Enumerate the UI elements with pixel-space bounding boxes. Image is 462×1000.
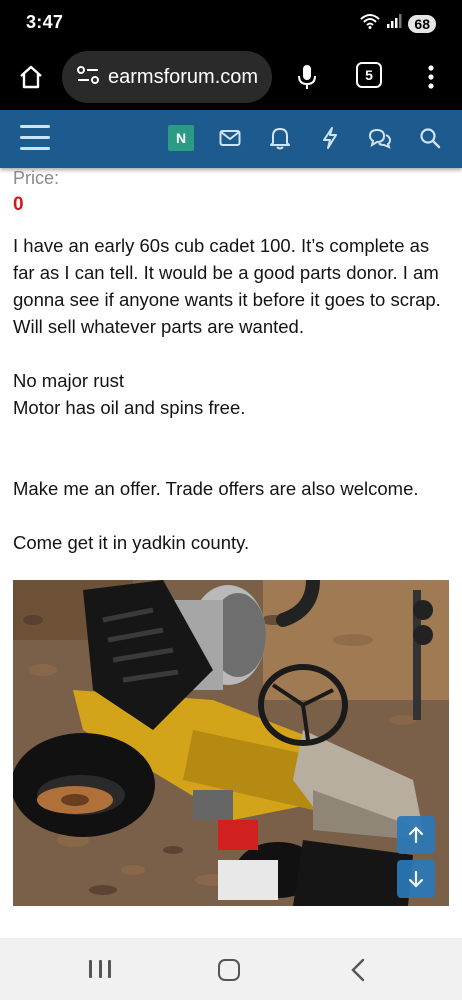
forum-navbar: N	[0, 110, 462, 168]
battery-icon: 68	[408, 14, 436, 33]
url-bar[interactable]: earmsforum.com	[62, 51, 272, 103]
arrow-up-icon[interactable]	[397, 816, 435, 854]
wifi-icon	[360, 13, 381, 34]
signal-icon	[386, 13, 402, 34]
price-label: Price:	[13, 168, 60, 188]
status-time: 3:47	[26, 12, 64, 32]
site-settings-icon[interactable]	[76, 65, 100, 90]
system-nav-bar	[0, 938, 462, 1000]
description-line: Come get it in yadkin county.	[13, 532, 250, 553]
home-icon[interactable]	[14, 60, 48, 94]
tabs-icon[interactable]: 5	[356, 62, 382, 88]
status-icons: 68	[360, 13, 436, 34]
url-text[interactable]: earmsforum.com	[108, 66, 258, 89]
mic-icon[interactable]	[292, 60, 322, 94]
listing-content: Price: 0 I have an early 60s cub cadet 1…	[0, 168, 462, 938]
menu-icon[interactable]	[20, 125, 50, 153]
more-vert-icon[interactable]	[418, 60, 444, 94]
chat-icon[interactable]	[366, 124, 394, 152]
description-line: No major rust	[13, 370, 125, 391]
description-paragraph: I have an early 60s cub cadet 100. It’s …	[13, 235, 441, 337]
listing-description: I have an early 60s cub cadet 100. It’s …	[13, 232, 453, 556]
mail-icon[interactable]	[216, 124, 244, 152]
browser-toolbar: earmsforum.com 5	[0, 46, 462, 110]
recents-icon[interactable]	[89, 960, 111, 980]
forum-nav-icons: N	[168, 124, 444, 152]
price-value: 0	[13, 194, 24, 215]
avatar[interactable]: N	[168, 125, 194, 151]
status-bar: 3:47 68	[0, 0, 462, 46]
home-icon[interactable]	[218, 959, 240, 981]
description-line: Motor has oil and spins free.	[13, 397, 246, 418]
listing-photo[interactable]	[13, 580, 449, 906]
search-icon[interactable]	[416, 124, 444, 152]
description-line: Make me an offer. Trade offers are also …	[13, 478, 419, 499]
bell-icon[interactable]	[266, 124, 294, 152]
lightning-icon[interactable]	[316, 124, 344, 152]
arrow-down-icon[interactable]	[397, 860, 435, 898]
back-icon[interactable]	[348, 958, 368, 982]
